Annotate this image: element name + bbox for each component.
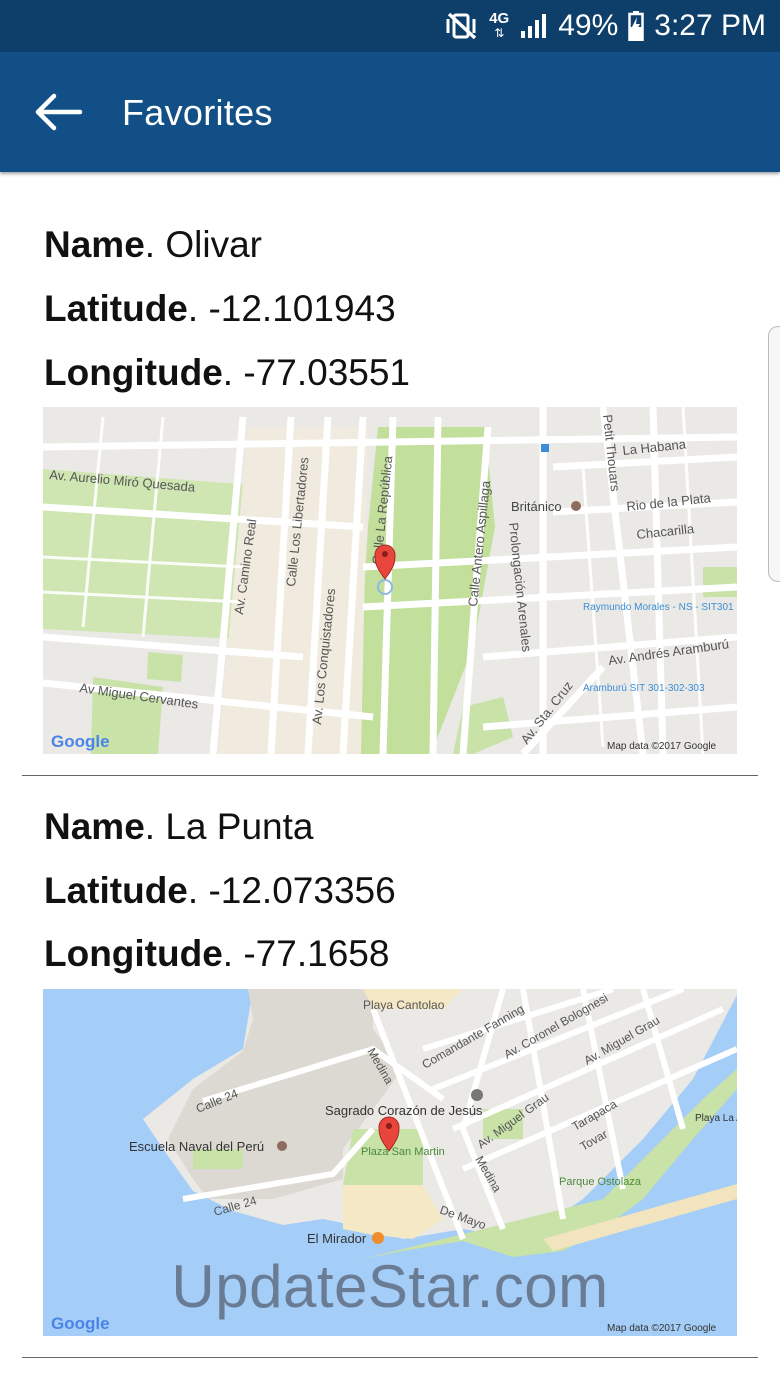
restaurant-icon bbox=[372, 1232, 384, 1244]
mute-vibrate-icon bbox=[446, 11, 478, 41]
latitude-value: -12.101943 bbox=[208, 288, 396, 329]
map-poi-label: Plaza San Martin bbox=[361, 1146, 445, 1158]
favorite-card[interactable]: Name. Olivar Latitude. -12.101943 Longit… bbox=[0, 172, 780, 778]
favorite-name: Name. La Punta bbox=[44, 806, 314, 847]
map-beach-label: Playa La Arenilla bbox=[695, 1113, 737, 1124]
longitude-label: Longitude bbox=[44, 933, 223, 974]
map-attribution: Map data ©2017 Google bbox=[607, 741, 717, 752]
poi-icon bbox=[471, 1089, 483, 1101]
favorite-longitude: Longitude. -77.1658 bbox=[44, 933, 390, 974]
longitude-label: Longitude bbox=[44, 352, 223, 393]
app-bar: Favorites bbox=[0, 52, 780, 172]
status-bar: 4G ⇅ 49% 3:27 PM bbox=[0, 0, 780, 52]
poi-icon bbox=[571, 501, 581, 511]
network-type-label: 4G bbox=[489, 10, 510, 27]
map-attribution: Map data ©2017 Google bbox=[607, 1323, 717, 1334]
favorite-longitude: Longitude. -77.03551 bbox=[44, 352, 411, 393]
map-poi-label: Británico bbox=[511, 499, 562, 514]
favorite-latitude: Latitude. -12.101943 bbox=[44, 288, 396, 329]
poi-icon bbox=[277, 1141, 287, 1151]
map-thumbnail[interactable]: Av. Aurelio Miró Quesada Av Miguel Cerva… bbox=[43, 407, 737, 754]
page-title: Favorites bbox=[122, 92, 273, 133]
latitude-value: -12.073356 bbox=[208, 870, 396, 911]
card-divider bbox=[22, 775, 758, 776]
signal-icon bbox=[520, 13, 548, 39]
map-poi-label: Aramburú SIT 301-302-303 bbox=[583, 683, 705, 694]
map-poi-label: Escuela Naval del Perú bbox=[129, 1139, 264, 1154]
status-icons: 4G ⇅ 49% 3:27 PM bbox=[446, 0, 766, 52]
latitude-label: Latitude bbox=[44, 288, 188, 329]
map-beach-label: Playa Cantolao bbox=[363, 998, 445, 1012]
longitude-value: -77.1658 bbox=[243, 933, 390, 974]
back-button[interactable] bbox=[34, 90, 86, 134]
battery-charging-icon bbox=[628, 11, 645, 41]
latitude-label: Latitude bbox=[44, 870, 188, 911]
watermark-text: UpdateStar.com bbox=[171, 1253, 609, 1320]
favorite-name: Name. Olivar bbox=[44, 224, 262, 265]
favorite-latitude: Latitude. -12.073356 bbox=[44, 870, 396, 911]
name-label: Name bbox=[44, 224, 145, 265]
clock: 3:27 PM bbox=[654, 9, 766, 42]
longitude-value: -77.03551 bbox=[243, 352, 411, 393]
map-poi-label: Parque Ostolaza bbox=[559, 1176, 642, 1188]
map-poi-label: Raymundo Morales - NS - SIT301 - SIT302 … bbox=[583, 602, 737, 613]
bus-stop-icon bbox=[541, 444, 549, 452]
arrow-back-icon bbox=[35, 93, 83, 131]
battery-percent: 49% bbox=[558, 9, 619, 42]
name-value: La Punta bbox=[165, 806, 314, 847]
name-label: Name bbox=[44, 806, 145, 847]
map-poi-label: El Mirador bbox=[307, 1231, 367, 1246]
map-poi-label: Sagrado Corazón de Jesús bbox=[325, 1103, 483, 1118]
card-divider bbox=[22, 1357, 758, 1358]
network-type-icon: 4G ⇅ bbox=[489, 10, 510, 40]
name-value: Olivar bbox=[165, 224, 262, 265]
google-logo: Google bbox=[51, 732, 110, 751]
